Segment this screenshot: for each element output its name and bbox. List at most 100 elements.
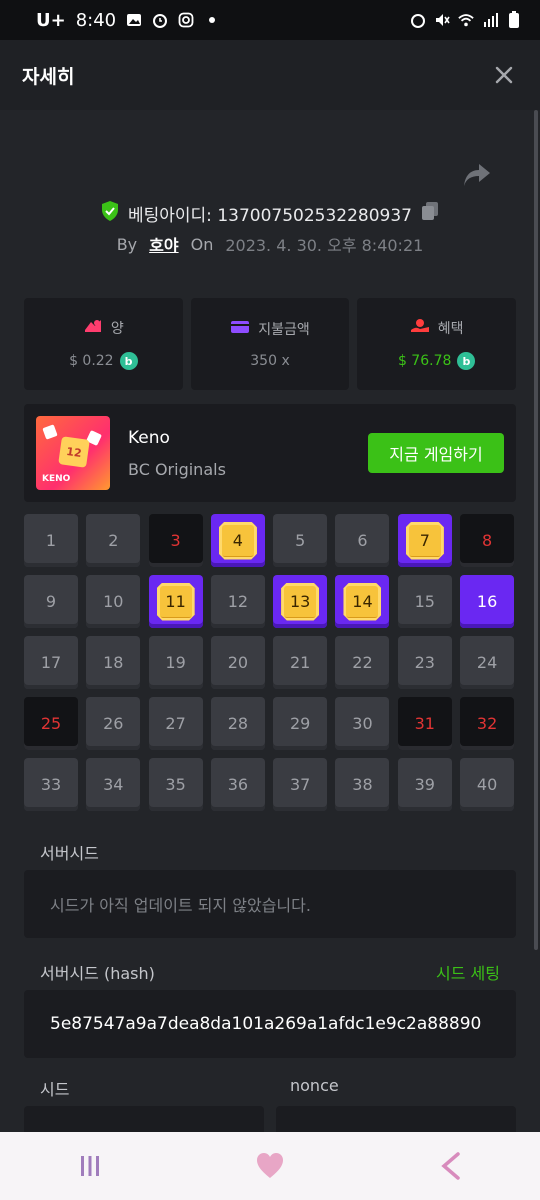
keno-number: 20 xyxy=(227,653,249,672)
keno-cell: 31 xyxy=(397,697,452,750)
keno-cell: 4 xyxy=(210,514,265,567)
status-bar: U+ 8:40 xyxy=(0,0,540,40)
bet-date: 2023. 4. 30. 오후 8:40:21 xyxy=(225,236,424,255)
keno-cell: 17 xyxy=(24,636,78,689)
keno-cell: 13 xyxy=(273,575,328,628)
keno-number: 21 xyxy=(290,653,311,672)
status-time: 8:40 xyxy=(75,9,117,31)
home-heart-icon[interactable] xyxy=(240,1141,300,1191)
alarm-icon xyxy=(410,12,426,28)
keno-cell: 6 xyxy=(335,514,390,567)
stat-value: 350 x xyxy=(250,353,290,369)
keno-number: 19 xyxy=(165,653,186,672)
stat-label: 양 xyxy=(110,321,124,337)
game-card: 12 KENO Keno BC Originals 지금 게임하기 xyxy=(24,404,516,502)
server-seed-hash-value: 5e87547a9a7dea8da101a269a1afdc1e9c2a8889… xyxy=(50,1014,482,1034)
keno-number: 27 xyxy=(165,714,186,733)
keno-gem-number: 7 xyxy=(405,521,444,560)
nonce-label: nonce xyxy=(290,1076,339,1095)
game-name: Keno xyxy=(128,427,170,448)
recent-apps-icon[interactable] xyxy=(60,1141,120,1191)
bet-id-text: 베팅아이디: 137007502532280937 xyxy=(127,206,413,226)
keno-number: 24 xyxy=(476,653,498,672)
keno-number: 36 xyxy=(227,775,249,794)
keno-cell: 14 xyxy=(335,575,390,628)
wifi-icon xyxy=(458,12,474,28)
keno-gem-number: 14 xyxy=(343,582,382,621)
keno-number: 8 xyxy=(481,531,493,550)
keno-thumbnail[interactable]: 12 KENO xyxy=(36,416,110,490)
keno-number: 39 xyxy=(414,775,435,794)
server-seed-label: 서버시드 xyxy=(40,844,99,863)
server-seed-hash-label: 서버시드 (hash) xyxy=(40,964,155,983)
stat-value: $ 76.78 xyxy=(397,353,452,369)
keno-number: 31 xyxy=(414,714,435,733)
keno-number: 15 xyxy=(414,592,435,611)
keno-cell: 40 xyxy=(460,758,515,811)
keno-cell: 28 xyxy=(210,697,265,750)
keno-cell: 5 xyxy=(273,514,328,567)
keno-cell: 38 xyxy=(335,758,390,811)
keno-number: 12 xyxy=(227,592,249,611)
keno-number: 34 xyxy=(103,775,124,794)
alarm-icon xyxy=(152,12,168,28)
keno-cell: 24 xyxy=(460,636,515,689)
seed-setting-link[interactable]: 시드 세팅 xyxy=(436,960,500,984)
battery-icon xyxy=(506,11,522,28)
bet-id-row: 베팅아이디: 137007502532280937 xyxy=(0,200,540,227)
by-label: By xyxy=(116,234,138,254)
close-icon[interactable] xyxy=(490,61,518,89)
keno-cell: 36 xyxy=(210,758,265,811)
keno-number: 26 xyxy=(103,714,124,733)
stat-label: 지불금액 xyxy=(258,322,310,338)
keno-number: 17 xyxy=(40,653,62,672)
keno-cell: 33 xyxy=(24,758,78,811)
keno-number: 35 xyxy=(165,775,186,794)
keno-cell: 16 xyxy=(460,575,515,628)
play-now-button[interactable]: 지금 게임하기 xyxy=(368,433,504,473)
keno-number: 16 xyxy=(476,592,498,611)
keno-cell: 3 xyxy=(148,514,203,567)
nonce-field[interactable] xyxy=(276,1106,516,1132)
keno-number: 29 xyxy=(290,714,311,733)
client-seed-field[interactable] xyxy=(24,1106,264,1132)
client-seed-label: 시드 xyxy=(40,1080,70,1099)
keno-number: 18 xyxy=(103,653,124,672)
bettor-username[interactable]: 호야 xyxy=(149,232,178,256)
stat-wager: 양 $ 0.22 b xyxy=(24,298,183,390)
bcd-coin-icon: b xyxy=(119,352,138,370)
copy-icon[interactable] xyxy=(420,200,440,227)
keno-cell: 34 xyxy=(86,758,141,811)
keno-cell: 23 xyxy=(397,636,452,689)
keno-cell: 10 xyxy=(86,575,141,628)
stat-label: 혜택 xyxy=(437,321,464,337)
keno-number: 40 xyxy=(476,775,498,794)
keno-number: 32 xyxy=(476,714,498,733)
keno-number: 38 xyxy=(352,775,373,794)
keno-number: 22 xyxy=(352,653,373,672)
keno-cell: 12 xyxy=(210,575,265,628)
back-icon[interactable] xyxy=(420,1141,480,1191)
server-seed-hash-field[interactable]: 5e87547a9a7dea8da101a269a1afdc1e9c2a8889… xyxy=(24,990,516,1058)
keno-number: 6 xyxy=(357,531,368,550)
keno-cell: 1 xyxy=(24,514,78,567)
share-icon[interactable] xyxy=(462,162,492,188)
keno-cell: 39 xyxy=(397,758,452,811)
keno-cell: 7 xyxy=(397,514,452,567)
keno-cell: 37 xyxy=(273,758,328,811)
keno-cell: 8 xyxy=(460,514,515,567)
signal-icon xyxy=(482,12,498,28)
verified-shield-icon xyxy=(100,200,120,227)
keno-cell: 27 xyxy=(148,697,203,750)
keno-cell: 11 xyxy=(148,575,203,628)
keno-number: 25 xyxy=(40,714,62,733)
wallet-icon xyxy=(230,319,250,339)
mute-icon xyxy=(434,12,450,28)
keno-number: 1 xyxy=(45,531,57,550)
keno-cell: 2 xyxy=(86,514,141,567)
gallery-icon xyxy=(126,12,142,28)
keno-cell: 21 xyxy=(273,636,328,689)
modal-title: 자세히 xyxy=(22,65,75,88)
bcd-coin-icon: b xyxy=(457,352,476,370)
keno-gem-number: 13 xyxy=(281,582,320,621)
